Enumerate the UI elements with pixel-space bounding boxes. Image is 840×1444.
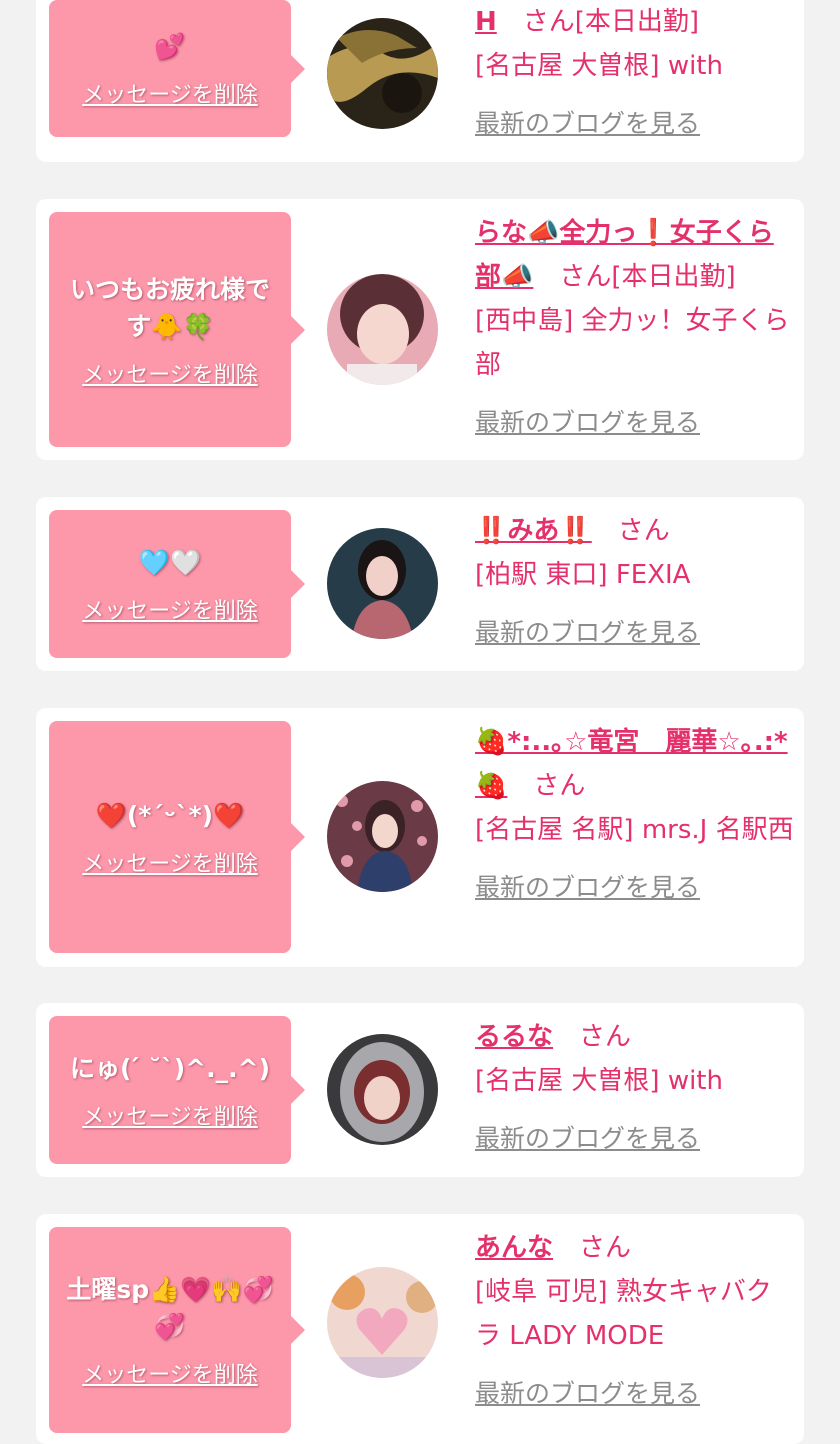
- message-card: ❤️(*´ᵕ`*)❤️ メッセージを削除 🍓*:..｡☆竜宮 麗華☆｡.:*🍓 さ…: [36, 708, 804, 967]
- delete-message-button[interactable]: メッセージを削除: [82, 1099, 258, 1131]
- shop-label: [名古屋 名駅] mrs.J 名駅西: [475, 815, 794, 845]
- avatar[interactable]: [327, 528, 438, 639]
- message-text: 土曜sp👍💗🙌💞💞: [66, 1275, 274, 1341]
- message-card: いつもお疲れ様です🐥🍀 メッセージを削除 らな📣全力っ❗️女子くら部📣 さん[本日…: [36, 199, 804, 460]
- honorific-label: さん: [579, 1022, 632, 1052]
- message-text: 💕: [154, 32, 186, 61]
- cast-name-link[interactable]: あんな: [475, 1233, 553, 1263]
- message-text: 🩵🤍: [138, 547, 202, 577]
- message-bubble: いつもお疲れ様です🐥🍀 メッセージを削除: [49, 212, 305, 447]
- shop-label: [名古屋 大曽根] with: [475, 1066, 723, 1096]
- shop-label: [柏駅 東口] FEXIA: [475, 560, 691, 590]
- status-label: [本日出勤]: [574, 7, 700, 37]
- cast-info: H さん[本日出勤] [名古屋 大曽根] with 最新のブログを見る: [475, 0, 795, 146]
- delete-message-button[interactable]: メッセージを削除: [82, 1357, 258, 1389]
- message-bubble: ❤️(*´ᵕ`*)❤️ メッセージを削除: [49, 721, 305, 953]
- delete-message-button[interactable]: メッセージを削除: [82, 77, 258, 109]
- delete-message-button[interactable]: メッセージを削除: [82, 593, 258, 625]
- avatar[interactable]: [327, 781, 438, 892]
- latest-blog-link[interactable]: 最新のブログを見る: [475, 1117, 795, 1161]
- latest-blog-link[interactable]: 最新のブログを見る: [475, 866, 795, 910]
- latest-blog-link[interactable]: 最新のブログを見る: [475, 102, 795, 146]
- honorific-label: さん: [533, 771, 586, 801]
- honorific-label: さん: [522, 7, 575, 37]
- avatar[interactable]: [327, 1267, 438, 1378]
- delete-message-button[interactable]: メッセージを削除: [82, 357, 258, 389]
- message-bubble: 💕 メッセージを削除: [49, 0, 305, 137]
- cast-info: ‼️みあ‼️ さん [柏駅 東口] FEXIA 最新のブログを見る: [475, 509, 795, 655]
- message-card: にゅ( ́ ˘`)^._.^) メッセージを削除 るるな さん [名古屋 大曽根]…: [36, 1003, 804, 1177]
- message-bubble: 🩵🤍 メッセージを削除: [49, 510, 305, 658]
- cast-name-link[interactable]: H: [475, 7, 497, 37]
- honorific-label: さん: [579, 1233, 632, 1263]
- message-card: 土曜sp👍💗🙌💞💞 メッセージを削除 あんな さん [岐阜 可児] 熟女キャバクラ…: [36, 1214, 804, 1444]
- status-label: [本日出勤]: [611, 262, 736, 292]
- message-text: にゅ( ́ ˘`)^._.^): [69, 1053, 271, 1083]
- cast-info: らな📣全力っ❗️女子くら部📣 さん[本日出勤] [西中島] 全力ッ！女子くら部 最…: [475, 211, 795, 445]
- shop-label: [西中島] 全力ッ！女子くら部: [475, 306, 790, 380]
- honorific-label: さん: [559, 262, 612, 292]
- delete-message-button[interactable]: メッセージを削除: [82, 846, 258, 878]
- latest-blog-link[interactable]: 最新のブログを見る: [475, 401, 795, 445]
- cast-info: 🍓*:..｡☆竜宮 麗華☆｡.:*🍓 さん [名古屋 名駅] mrs.J 名駅西 …: [475, 720, 795, 910]
- honorific-label: さん: [617, 516, 670, 546]
- avatar[interactable]: [327, 274, 438, 385]
- cast-name-link[interactable]: ‼️みあ‼️: [475, 516, 592, 546]
- cast-name-link[interactable]: るるな: [475, 1022, 553, 1052]
- latest-blog-link[interactable]: 最新のブログを見る: [475, 1372, 795, 1416]
- message-card: 🩵🤍 メッセージを削除 ‼️みあ‼️ さん [柏駅 東口] FEXIA 最新のブロ…: [36, 497, 804, 671]
- avatar[interactable]: [327, 18, 438, 129]
- cast-info: るるな さん [名古屋 大曽根] with 最新のブログを見る: [475, 1015, 795, 1161]
- cast-name-link[interactable]: 🍓*:..｡☆竜宮 麗華☆｡.:*🍓: [475, 727, 788, 801]
- avatar[interactable]: [327, 1034, 438, 1145]
- message-bubble: 土曜sp👍💗🙌💞💞 メッセージを削除: [49, 1227, 305, 1433]
- shop-label: [名古屋 大曽根] with: [475, 51, 723, 81]
- message-card: 💕 メッセージを削除 H さん[本日出勤] [名古屋 大曽根] with 最新のブ…: [36, 0, 804, 162]
- message-text: いつもお疲れ様です🐥🍀: [69, 274, 270, 341]
- cast-info: あんな さん [岐阜 可児] 熟女キャバクラ LADY MODE 最新のブログを見…: [475, 1226, 795, 1416]
- shop-label: [岐阜 可児] 熟女キャバクラ LADY MODE: [475, 1277, 772, 1351]
- message-text: ❤️(*´ᵕ`*)❤️: [95, 800, 245, 830]
- latest-blog-link[interactable]: 最新のブログを見る: [475, 611, 795, 655]
- message-bubble: にゅ( ́ ˘`)^._.^) メッセージを削除: [49, 1016, 305, 1164]
